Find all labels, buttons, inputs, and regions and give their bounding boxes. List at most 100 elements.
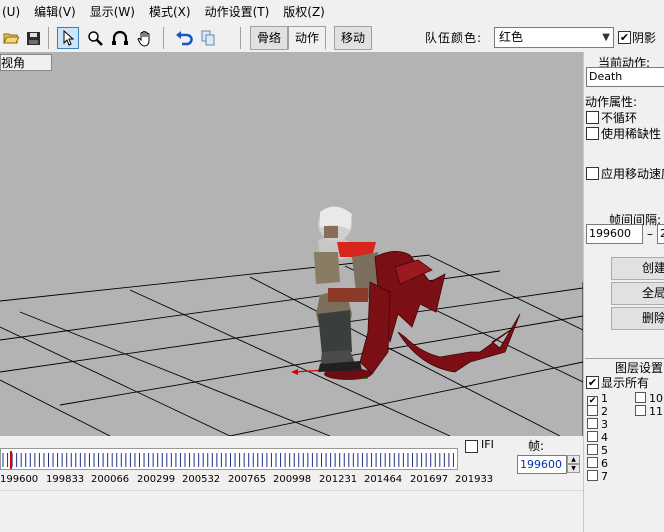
delete-button[interactable]: 删除	[611, 307, 664, 330]
timeline-ticks	[2, 451, 454, 469]
tab-actions[interactable]: 动作	[288, 26, 326, 50]
layer-checkbox[interactable]	[587, 444, 598, 455]
apply-move-speed-label: 应用移动速度	[601, 167, 664, 181]
x-axis-arrow	[291, 369, 298, 375]
layer-checkbox[interactable]	[587, 470, 598, 481]
toolbar-separator	[48, 27, 49, 49]
ifi-label: IFI	[481, 438, 494, 451]
layer-label: 5	[601, 444, 608, 457]
view-label[interactable]: 视角	[0, 54, 52, 71]
shadow-checkbox[interactable]: ✔	[618, 31, 631, 44]
tick-label: 199833	[46, 474, 85, 485]
no-loop-label: 不循环	[601, 111, 638, 125]
tick-label: 200299	[137, 474, 176, 485]
frame-spin-up-icon[interactable]: ▲	[567, 455, 580, 464]
layer-item[interactable]: 11	[635, 405, 663, 418]
menu-item-mode[interactable]: 模式(X)	[142, 0, 198, 24]
use-rarity-label: 使用稀缺性	[601, 127, 662, 141]
save-icon[interactable]	[22, 27, 44, 49]
pointer-icon[interactable]	[57, 27, 79, 49]
rotate-icon[interactable]	[109, 27, 131, 49]
layer-label: 7	[601, 470, 608, 483]
global-button-label: 全局	[642, 286, 664, 300]
layer-label: 2	[601, 405, 608, 418]
team-color-select[interactable]: 红色 ▼	[494, 27, 614, 48]
delete-button-label: 删除	[642, 311, 664, 325]
layer-label: 6	[601, 457, 608, 470]
undo-icon[interactable]	[173, 27, 195, 49]
show-all-checkbox[interactable]: ✔	[586, 376, 599, 389]
tick-label: 201231	[319, 474, 358, 485]
layer-label: 1	[601, 392, 608, 405]
interval-dash: –	[647, 227, 653, 241]
shadow-label: 阴影	[632, 31, 657, 45]
layer-checkbox[interactable]	[587, 457, 598, 468]
show-all-label: 显示所有	[601, 376, 650, 390]
layer-label: 10	[649, 392, 663, 405]
layer-item[interactable]: 5	[587, 444, 608, 457]
tick-label: 200066	[91, 474, 130, 485]
create-button[interactable]: 创建	[611, 257, 664, 280]
layer-item[interactable]: 6	[587, 457, 608, 470]
menu-item-action-settings[interactable]: 动作设置(T)	[198, 0, 277, 24]
toolbar-separator	[163, 27, 164, 49]
team-color-value: 红色	[499, 30, 524, 44]
frame-input[interactable]: 199600	[517, 455, 567, 474]
action-panel: 当前动作: Death 动作属性: 不循环 使用稀缺性 应用移动速度 帧间间隔:…	[583, 52, 664, 532]
tab-bones[interactable]: 骨络	[250, 26, 288, 50]
tick-label: 201933	[455, 474, 494, 485]
timeline-ruler[interactable]	[0, 448, 458, 470]
use-rarity-checkbox[interactable]	[586, 127, 599, 140]
tick-label: 199600	[0, 474, 39, 485]
chevron-down-icon: ▼	[602, 32, 610, 43]
menu-item-u[interactable]: (U)	[0, 0, 27, 24]
ifi-checkbox[interactable]	[465, 440, 478, 453]
layer-checkbox[interactable]	[635, 392, 646, 403]
layer-item[interactable]: 7	[587, 470, 608, 483]
menu-item-display[interactable]: 显示(W)	[83, 0, 142, 24]
menu-item-edit[interactable]: 编辑(V)	[27, 0, 83, 24]
tick-label: 201697	[410, 474, 449, 485]
tick-label: 200765	[228, 474, 267, 485]
layer-label: 11	[649, 405, 663, 418]
model-editor-window: (U) 编辑(V) 显示(W) 模式(X) 动作设置(T) 版权(Z) 骨络 动…	[0, 0, 664, 532]
toolbar-separator	[240, 27, 241, 49]
3d-viewport[interactable]: 视角	[0, 52, 583, 436]
global-button[interactable]: 全局	[611, 282, 664, 305]
action-props-label: 动作属性:	[585, 95, 638, 109]
layer-item[interactable]: 4	[587, 431, 608, 444]
pan-hand-icon[interactable]	[134, 27, 156, 49]
apply-move-speed-checkbox[interactable]	[586, 167, 599, 180]
layer-item[interactable]: 10	[635, 392, 663, 405]
status-bar	[0, 490, 583, 532]
timeline: 199600 199833 200066 200299 200532 20076…	[0, 436, 583, 490]
layer-checkbox[interactable]	[635, 405, 646, 416]
timeline-tick-labels: 199600 199833 200066 200299 200532 20076…	[0, 474, 493, 488]
tick-label: 200998	[273, 474, 312, 485]
create-button-label: 创建	[642, 261, 664, 275]
tab-move[interactable]: 移动	[334, 26, 372, 50]
frame-spin-down-icon[interactable]: ▼	[567, 464, 580, 473]
layer-settings: 图层设置 ✔ 显示所有 ✔ 1 2 3 4 5 6 7 10 11	[585, 358, 664, 532]
copy-icon[interactable]	[197, 27, 219, 49]
team-color-label: 队伍颜色:	[425, 31, 483, 45]
tick-label: 200532	[182, 474, 221, 485]
interval-start-input[interactable]: 199600	[586, 224, 643, 244]
tick-label: 201464	[364, 474, 403, 485]
interval-end-input[interactable]: 201933	[657, 224, 664, 244]
open-folder-icon[interactable]	[0, 27, 22, 49]
layer-label: 4	[601, 431, 608, 444]
layer-label: 3	[601, 418, 608, 431]
layer-checkbox[interactable]	[587, 431, 598, 442]
layer-item[interactable]: 2	[587, 405, 608, 418]
layer-checkbox[interactable]	[587, 405, 598, 416]
current-action-field[interactable]: Death	[586, 67, 664, 87]
layer-item[interactable]: 3	[587, 418, 608, 431]
menu-bar: (U) 编辑(V) 显示(W) 模式(X) 动作设置(T) 版权(Z)	[0, 0, 664, 24]
layer-checkbox[interactable]	[587, 418, 598, 429]
zoom-icon[interactable]	[84, 27, 106, 49]
menu-item-copyright[interactable]: 版权(Z)	[276, 0, 332, 24]
viewport-scene	[0, 206, 583, 436]
frame-label: 帧:	[528, 439, 545, 453]
no-loop-checkbox[interactable]	[586, 111, 599, 124]
